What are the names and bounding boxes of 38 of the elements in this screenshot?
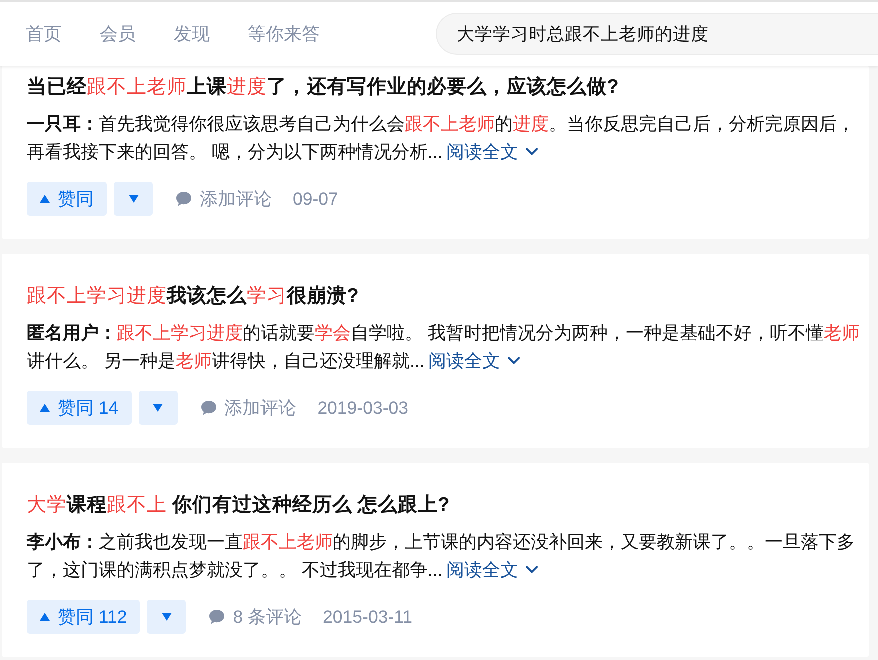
upvote-button[interactable]: 赞同 112 <box>27 600 140 634</box>
triangle-down-icon <box>162 613 172 621</box>
chevron-down-icon <box>508 357 520 365</box>
triangle-up-icon <box>40 195 50 203</box>
read-more-link[interactable]: 阅读全文 <box>446 138 538 166</box>
speech-bubble-icon <box>176 191 192 207</box>
speech-bubble-icon <box>200 400 217 416</box>
triangle-down-icon <box>128 195 138 203</box>
read-more-link[interactable]: 阅读全文 <box>428 347 520 375</box>
nav-link[interactable]: 会员 <box>100 20 136 48</box>
triangle-up-icon <box>40 613 50 621</box>
answer-date: 09-07 <box>293 188 338 211</box>
answer-excerpt: 李小布：之前我也发现一直跟不上老师的脚步，上节课的内容还没补回来，又要教新课了。。一旦落下多了，这门课的满积点梦就没了。。 不过我现在都争... 阅读全文 <box>27 528 863 584</box>
result-title[interactable]: 当已经跟不上老师上课进度了，还有写作业的必要么，应该怎么做? <box>27 73 863 101</box>
downvote-button[interactable] <box>138 391 178 425</box>
comment-button[interactable]: 添加评论 <box>176 186 272 212</box>
result-title[interactable]: 大学课程跟不上 你们有过这种经历么 怎么跟上? <box>27 491 863 519</box>
comment-button[interactable]: 8 条评论 <box>209 604 302 630</box>
triangle-down-icon <box>153 404 164 412</box>
upvote-button[interactable]: 赞同 14 <box>27 391 132 425</box>
answer-excerpt: 一只耳：首先我觉得你很应该思考自己为什么会跟不上老师的进度。当你反思完自己后，分析完原因后，再看我接下来的回答。 嗯，分为以下两种情况分析... 阅读全文 <box>27 110 863 166</box>
search-field[interactable]: 大学学习时总跟不上老师的进度 <box>436 13 878 55</box>
triangle-up-icon <box>40 404 50 412</box>
nav-link[interactable]: 首页 <box>26 20 62 48</box>
downvote-button[interactable] <box>114 182 153 216</box>
chevron-down-icon <box>526 566 538 574</box>
comment-button[interactable]: 添加评论 <box>200 394 297 422</box>
answer-date: 2015-03-11 <box>323 606 413 629</box>
read-more-link[interactable]: 阅读全文 <box>446 556 538 584</box>
nav-link[interactable]: 发现 <box>174 20 210 48</box>
nav-link[interactable]: 等你来答 <box>248 20 320 48</box>
upvote-button[interactable]: 赞同 <box>27 182 107 216</box>
downvote-button[interactable] <box>147 600 186 634</box>
result-title[interactable]: 跟不上学习进度我该怎么学习很崩溃? <box>27 282 863 310</box>
answer-excerpt: 匿名用户：跟不上学习进度的话就要学会自学啦。 我暂时把情况分为两种，一种是基础不好，听不懂老师 讲什么。 另一种是老师讲得快，自己还没理解就... 阅读全文 <box>27 319 863 375</box>
answer-date: 2019-03-03 <box>318 396 408 420</box>
chevron-down-icon <box>526 148 538 156</box>
speech-bubble-icon <box>209 609 226 625</box>
